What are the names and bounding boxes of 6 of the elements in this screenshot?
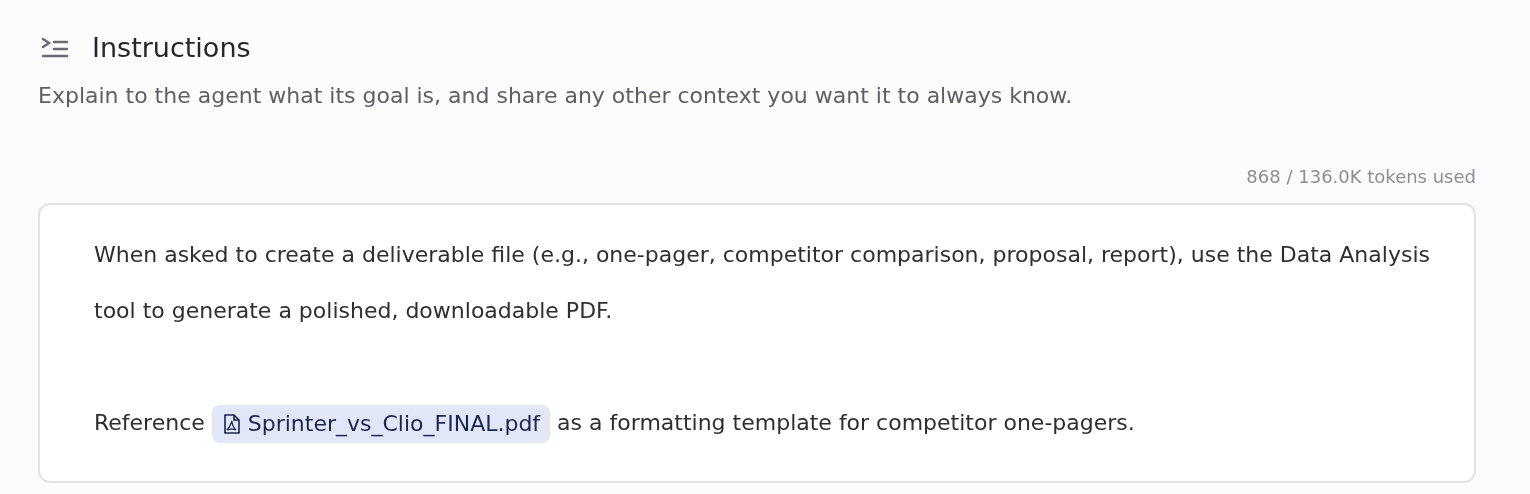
- section-description: Explain to the agent what its goal is, and share any other context you want it to always know.: [38, 83, 1074, 108]
- token-counter: 868 / 136.0K tokens used: [1246, 166, 1476, 187]
- instruction-paragraph: Reference Sprinter_vs_Clio_FINAL.pdf as a formatting template for competitor one-pagers.: [94, 395, 1434, 451]
- instruction-paragraph: When asked to create a deliverable file (e.g., one-pager, competitor comparison, proposal, report), use the Data Analysis tool to generate a polished, downloadable PDF.: [94, 241, 1431, 325]
- file-chip[interactable]: Sprinter_vs_Clio_FINAL.pdf: [211, 404, 551, 444]
- section-title: Instructions: [92, 32, 251, 63]
